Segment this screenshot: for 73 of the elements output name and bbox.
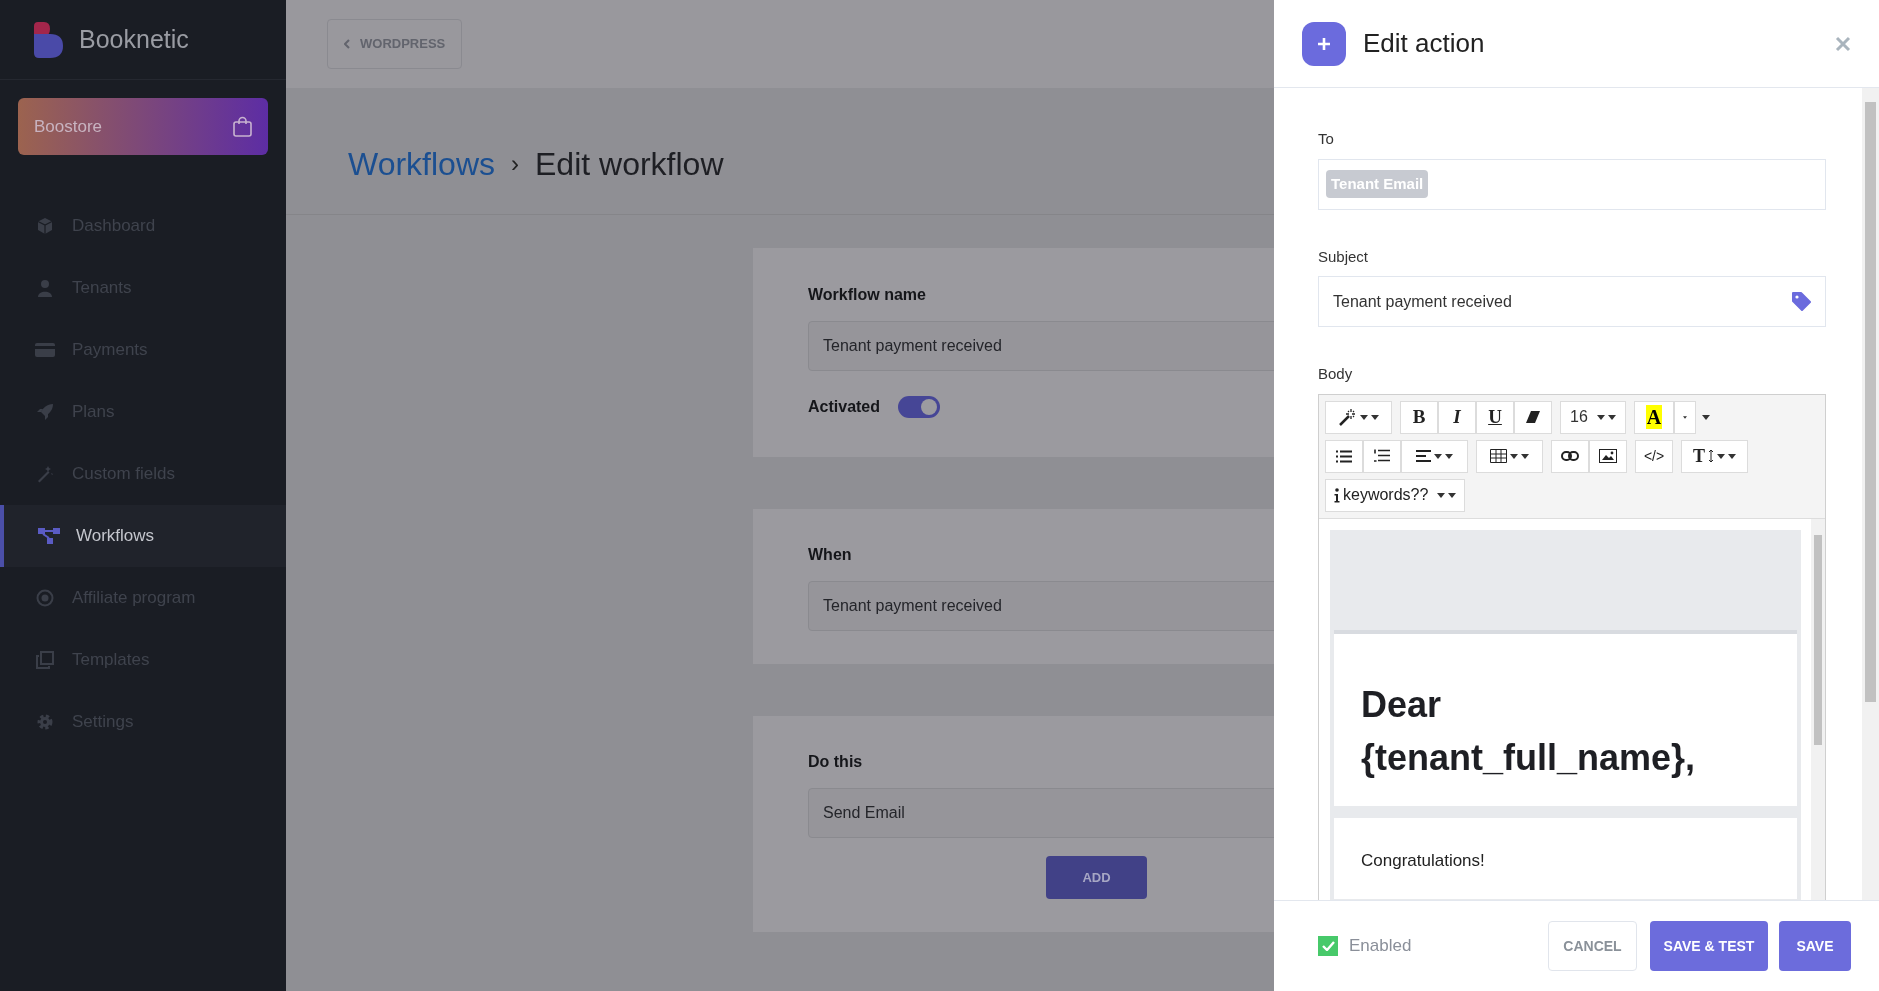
eraser-icon [1526,411,1540,423]
field-label: Body [1318,364,1354,384]
email-paragraph: Congratulations! [1361,849,1486,872]
paragraph-dropdown[interactable] [1401,439,1468,473]
person-icon [37,279,53,297]
info-icon [1334,487,1340,503]
align-icon [1416,450,1431,462]
target-icon [36,589,54,607]
toggle-switch[interactable] [898,396,941,418]
breadcrumb-link[interactable]: Workflows [348,140,495,188]
bullet-list-button[interactable] [1325,439,1363,473]
panel-scrollbar[interactable] [1862,88,1879,900]
numbered-list-button[interactable] [1363,439,1401,473]
bold-button[interactable]: B [1400,400,1438,434]
italic-button[interactable]: I [1438,400,1476,434]
flow-icon [38,527,60,545]
link-icon [1561,451,1579,461]
link-button[interactable] [1551,439,1589,473]
color-dropdown[interactable] [1674,400,1696,434]
shopping-bag-icon [233,116,252,137]
line-height-dropdown[interactable]: T [1681,439,1748,473]
code-view-button[interactable]: </> [1635,439,1673,473]
field-label: Subject [1318,246,1370,267]
wand-icon [36,465,54,483]
caret-icon [1683,414,1687,420]
table-icon [1490,449,1507,463]
wand-icon [1338,408,1357,426]
image-icon [1599,449,1617,463]
subject-field[interactable]: Tenant payment received [1318,276,1826,327]
add-button[interactable]: ADD [1046,856,1147,899]
input-field[interactable]: Tenant payment received [808,581,1274,631]
enabled-checkbox[interactable] [1318,936,1338,956]
updown-arrow-icon [1708,449,1714,463]
chevron-left-icon [344,39,350,49]
font-size-dropdown[interactable]: 16 [1560,400,1626,434]
editor-scrollbar[interactable] [1811,518,1825,900]
rocket-icon [36,403,54,421]
keywords-dropdown[interactable]: keywords?? [1325,478,1466,512]
underline-button[interactable]: U [1476,400,1514,434]
breadcrumb-separator: › [511,149,519,179]
cube-icon [36,217,54,235]
cancel-button[interactable]: CANCEL [1548,921,1637,971]
plus-icon [1302,21,1346,66]
page-title: Edit workflow [535,145,724,184]
panel-title: Edit action [1363,27,1485,60]
field-label: Workflow name [808,285,927,305]
gear-icon [36,713,54,731]
field-label: To [1318,129,1335,149]
input-field[interactable]: Tenant payment received [808,321,1274,371]
store-button[interactable]: Boostore [18,98,268,155]
brand-name: Booknetic [79,23,189,55]
logo-icon [34,21,63,58]
check-icon [1321,941,1335,951]
save-test-button[interactable]: SAVE & TEST [1650,921,1768,971]
caret-icon [1702,414,1710,420]
numbered-list-icon [1374,449,1390,463]
save-button[interactable]: SAVE [1779,921,1851,971]
input-field[interactable]: Send Email [808,788,1274,838]
card-icon [35,342,55,358]
sidebar-item[interactable]: Workflows [0,505,286,567]
table-dropdown[interactable] [1476,439,1543,473]
highlight-button[interactable]: A [1634,400,1674,434]
image-button[interactable] [1589,439,1627,473]
copy-icon [36,651,54,669]
tag-icon[interactable] [1792,292,1811,311]
style-dropdown[interactable] [1325,400,1392,434]
clear-format-button[interactable] [1514,400,1552,434]
checkbox-label: Enabled [1349,935,1412,958]
field-label: Do this [808,752,864,772]
email-heading: Dear {tenant_full_name}, [1361,682,1697,780]
field-label: When [808,545,853,565]
toggle-label: Activated [808,397,881,417]
bullet-list-icon [1336,449,1352,463]
